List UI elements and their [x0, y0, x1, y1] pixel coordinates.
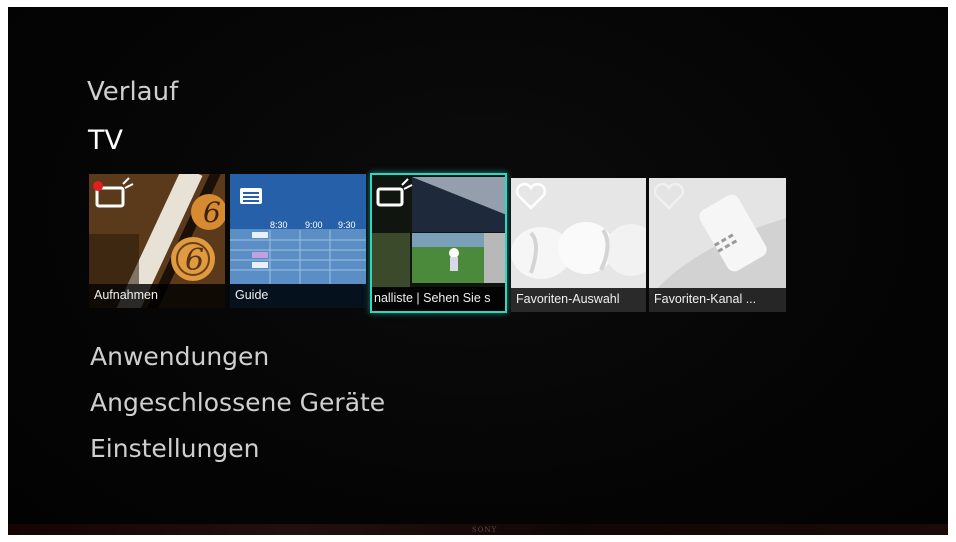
tile-label-favorites-channel: Favoriten-Kanal ...	[649, 288, 786, 312]
heart-icon	[653, 182, 685, 210]
tile-recordings[interactable]: 6 6 Aufnahmen	[89, 174, 225, 308]
heart-icon	[515, 182, 547, 210]
tile-guide[interactable]: 8:30 9:00 9:30 Guide	[230, 174, 366, 308]
tile-label-guide: Guide	[230, 284, 366, 308]
tile-channel-list[interactable]: nalliste | Sehen Sie s	[370, 173, 507, 313]
history-heading[interactable]: Verlauf	[87, 77, 178, 107]
svg-text:6: 6	[185, 243, 204, 278]
tile-label-channel-list: nalliste | Sehen Sie s	[372, 287, 505, 311]
menu-item-connected-devices[interactable]: Angeschlossene Geräte	[90, 388, 385, 417]
menu-item-applications[interactable]: Anwendungen	[90, 342, 269, 371]
guide-time-1: 8:30	[270, 220, 288, 230]
menu-item-settings[interactable]: Einstellungen	[90, 434, 259, 463]
guide-time-3: 9:30	[338, 220, 356, 230]
guide-icon	[240, 188, 262, 204]
tv-frame: Verlauf TV 6 6 Aufnahmen 8:30 9:00 9:30 …	[0, 0, 956, 542]
tv-screen: Verlauf TV 6 6 Aufnahmen 8:30 9:00 9:30 …	[8, 7, 948, 535]
tile-label-recordings: Aufnahmen	[89, 284, 225, 308]
guide-time-2: 9:00	[305, 220, 323, 230]
brand-logo: SONY	[472, 526, 498, 534]
svg-text:6: 6	[203, 196, 221, 229]
tile-favorites-channel[interactable]: Favoriten-Kanal ...	[649, 178, 786, 312]
tile-label-favorites-select: Favoriten-Auswahl	[511, 288, 646, 312]
tv-heading[interactable]: TV	[88, 125, 123, 156]
tv-channel-icon	[376, 178, 413, 207]
tv-record-icon	[93, 177, 134, 208]
tile-favorites-select[interactable]: Favoriten-Auswahl	[511, 178, 646, 312]
